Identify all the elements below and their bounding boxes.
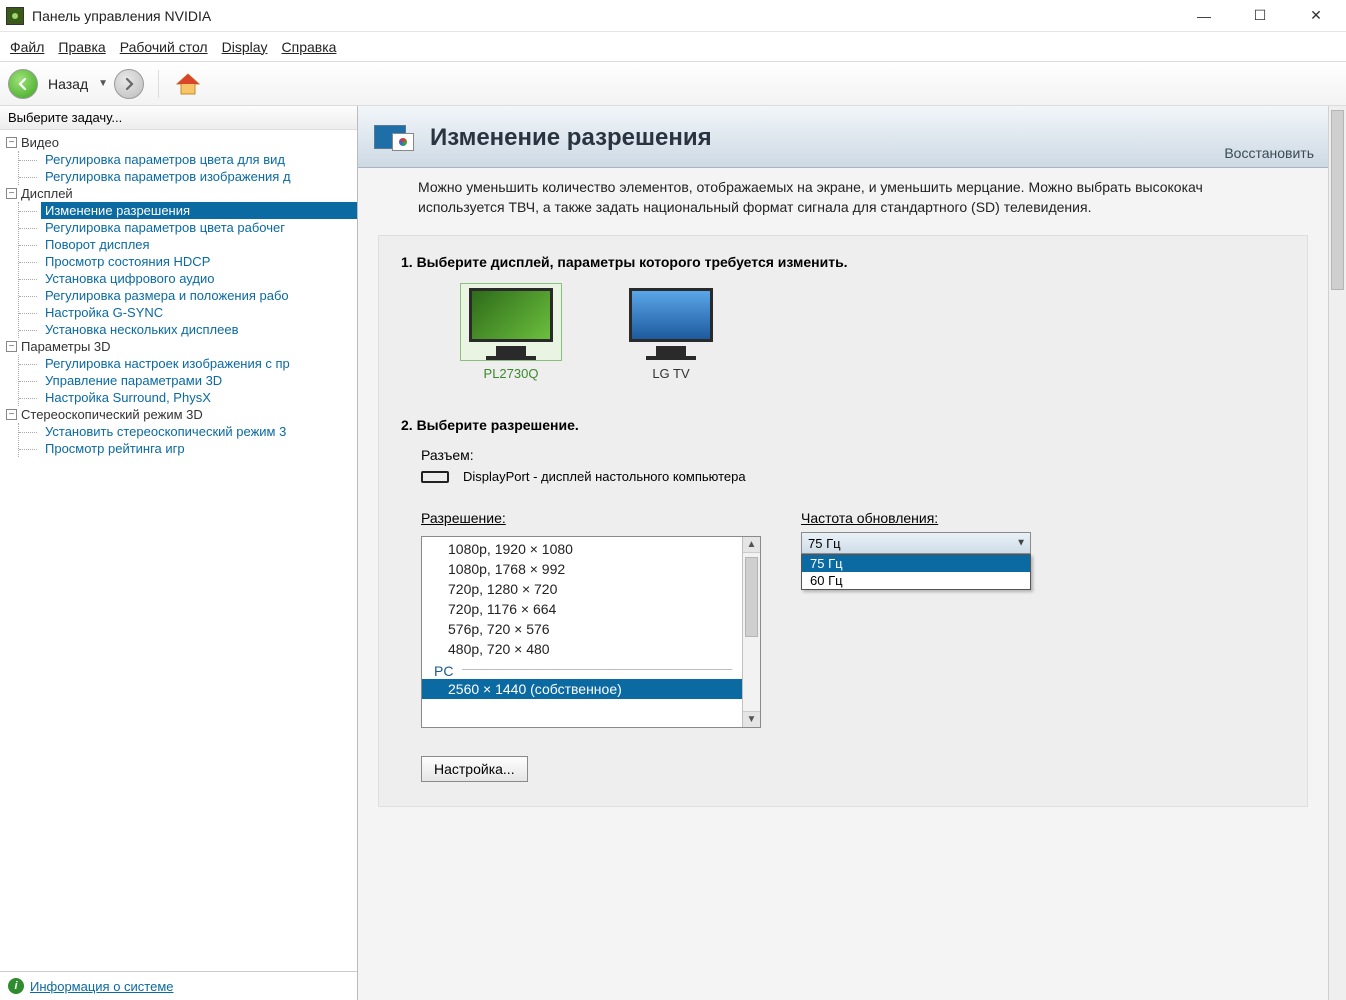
menu-display[interactable]: Display <box>222 39 268 55</box>
tree-item[interactable]: Настройка G-SYNC <box>41 304 357 321</box>
forward-button[interactable] <box>114 69 144 99</box>
back-dropdown-icon[interactable]: ▼ <box>98 78 108 89</box>
back-button[interactable] <box>8 69 38 99</box>
system-info-link[interactable]: Информация о системе <box>30 979 174 994</box>
content-scrollbar[interactable] <box>1328 106 1346 1000</box>
displayport-icon <box>421 471 449 483</box>
page-title: Изменение разрешения <box>430 124 712 152</box>
tree-item[interactable]: Установка цифрового аудио <box>41 270 357 287</box>
scroll-up-icon[interactable]: ▲ <box>743 537 760 553</box>
back-label: Назад <box>48 76 88 92</box>
tree-category-3d[interactable]: −Параметры 3D <box>6 338 357 355</box>
monitor-icon <box>621 284 721 360</box>
tree-item[interactable]: Регулировка настроек изображения с пр <box>41 355 357 372</box>
step1-title: 1. Выберите дисплей, параметры которого … <box>401 254 1285 270</box>
menu-desktop[interactable]: Рабочий стол <box>120 39 208 55</box>
tree-item[interactable]: Установка нескольких дисплеев <box>41 321 357 338</box>
toolbar-separator <box>158 70 159 98</box>
tree-item[interactable]: Регулировка параметров изображения д <box>41 168 357 185</box>
step2-title: 2. Выберите разрешение. <box>401 417 1285 433</box>
resolution-option[interactable]: 1080p, 1920 × 1080 <box>422 539 742 559</box>
menu-help[interactable]: Справка <box>282 39 337 55</box>
resolution-scrollbar[interactable]: ▲ ▼ <box>742 537 760 727</box>
customize-button[interactable]: Настройка... <box>421 756 528 782</box>
refresh-option[interactable]: 75 Гц <box>802 555 1030 572</box>
maximize-button[interactable]: ☐ <box>1244 4 1276 28</box>
connector-value: DisplayPort - дисплей настольного компью… <box>463 469 746 484</box>
resolution-listbox[interactable]: 1080p, 1920 × 1080 1080p, 1768 × 992 720… <box>421 536 761 728</box>
menubar: Файл Правка Рабочий стол Display Справка <box>0 32 1346 62</box>
collapse-icon[interactable]: − <box>6 341 17 352</box>
tree-item-change-resolution[interactable]: Изменение разрешения <box>41 202 357 219</box>
display-picker: PL2730Q LG TV <box>401 284 1285 381</box>
tree-item[interactable]: Поворот дисплея <box>41 236 357 253</box>
tree-category-video[interactable]: −Видео <box>6 134 357 151</box>
toolbar: Назад ▼ <box>0 62 1346 106</box>
content-area: Изменение разрешения Восстановить Можно … <box>358 106 1346 1000</box>
refresh-selected-value: 75 Гц <box>808 536 841 551</box>
tree-item[interactable]: Регулировка параметров цвета для вид <box>41 151 357 168</box>
scroll-thumb[interactable] <box>745 557 758 637</box>
info-icon: i <box>8 978 24 994</box>
refresh-rate-dropdown[interactable]: 75 Гц 60 Гц <box>801 554 1031 590</box>
minimize-button[interactable]: — <box>1188 4 1220 28</box>
titlebar: Панель управления NVIDIA — ☐ ✕ <box>0 0 1346 32</box>
collapse-icon[interactable]: − <box>6 137 17 148</box>
display-option-pl2730q[interactable]: PL2730Q <box>461 284 561 381</box>
settings-panel: 1. Выберите дисплей, параметры которого … <box>378 235 1308 807</box>
display-option-lgtv[interactable]: LG TV <box>621 284 721 381</box>
scroll-down-icon[interactable]: ▼ <box>743 711 760 727</box>
tree-category-display[interactable]: −Дисплей <box>6 185 357 202</box>
monitor-icon <box>461 284 561 360</box>
resolution-option-selected[interactable]: 2560 × 1440 (собственное) <box>422 679 742 699</box>
resolution-option[interactable]: 480p, 720 × 480 <box>422 639 742 659</box>
tree-item[interactable]: Управление параметрами 3D <box>41 372 357 389</box>
collapse-icon[interactable]: − <box>6 188 17 199</box>
tree-item[interactable]: Регулировка параметров цвета рабочег <box>41 219 357 236</box>
resolution-option[interactable]: 720p, 1280 × 720 <box>422 579 742 599</box>
refresh-rate-combobox[interactable]: 75 Гц ▼ <box>801 532 1031 554</box>
display-label: PL2730Q <box>484 366 539 381</box>
tree-item[interactable]: Установить стереоскопический режим 3 <box>41 423 357 440</box>
content-header: Изменение разрешения Восстановить <box>358 106 1328 168</box>
window-title: Панель управления NVIDIA <box>32 8 1188 24</box>
chevron-down-icon: ▼ <box>1016 538 1026 549</box>
page-description: Можно уменьшить количество элементов, от… <box>358 168 1328 227</box>
restore-link[interactable]: Восстановить <box>1224 145 1314 161</box>
sidebar-footer: i Информация о системе <box>0 971 357 1000</box>
nvidia-app-icon <box>6 7 24 25</box>
sidebar: Выберите задачу... −Видео Регулировка па… <box>0 106 358 1000</box>
refresh-label: Частота обновления: <box>801 510 1031 526</box>
display-label: LG TV <box>652 366 689 381</box>
tree-item[interactable]: Настройка Surround, PhysX <box>41 389 357 406</box>
tree-item[interactable]: Просмотр рейтинга игр <box>41 440 357 457</box>
tree-item[interactable]: Просмотр состояния HDCP <box>41 253 357 270</box>
resolution-option[interactable]: 576p, 720 × 576 <box>422 619 742 639</box>
resolution-label: Разрешение: <box>421 510 761 526</box>
resolution-group-pc: PC <box>422 659 742 679</box>
resolution-option[interactable]: 1080p, 1768 × 992 <box>422 559 742 579</box>
refresh-option[interactable]: 60 Гц <box>802 572 1030 589</box>
scroll-thumb[interactable] <box>1331 110 1344 290</box>
tree-category-stereo3d[interactable]: −Стереоскопический режим 3D <box>6 406 357 423</box>
menu-file[interactable]: Файл <box>10 39 44 55</box>
resolution-option[interactable]: 720p, 1176 × 664 <box>422 599 742 619</box>
sidebar-header: Выберите задачу... <box>0 106 357 130</box>
close-button[interactable]: ✕ <box>1300 4 1332 28</box>
connector-label: Разъем: <box>421 447 1285 463</box>
task-tree[interactable]: −Видео Регулировка параметров цвета для … <box>0 130 357 971</box>
tree-item[interactable]: Регулировка размера и положения рабо <box>41 287 357 304</box>
collapse-icon[interactable]: − <box>6 409 17 420</box>
home-button[interactable] <box>173 70 203 98</box>
resolution-header-icon <box>374 119 418 157</box>
menu-edit[interactable]: Правка <box>58 39 105 55</box>
